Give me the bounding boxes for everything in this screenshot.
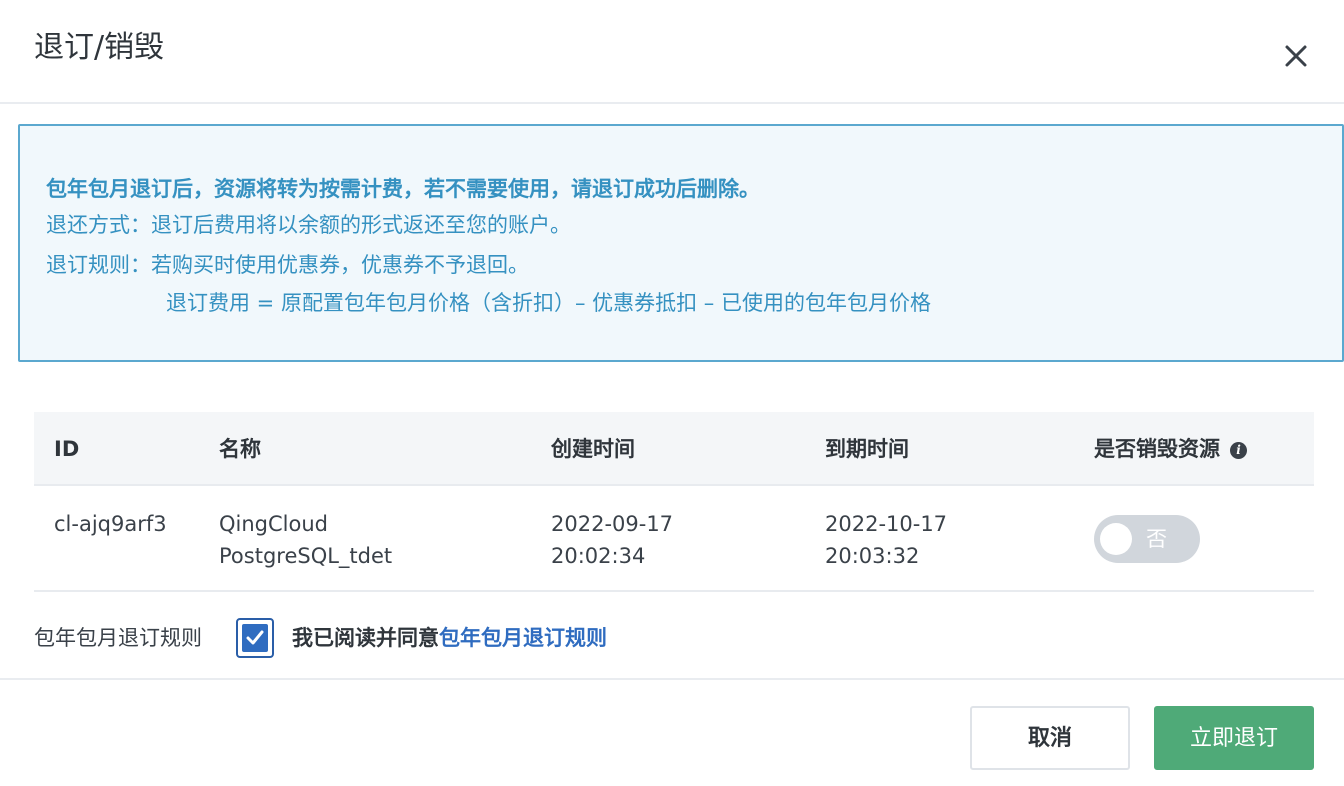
agreement-checkbox[interactable] [236, 618, 274, 658]
cell-id: cl-ajq9arf3 [54, 512, 167, 536]
notice-line-warning: 包年包月退订后，资源将转为按需计费，若不需要使用，请退订成功后删除。 [46, 177, 760, 201]
cell-name: QingCloud PostgreSQL_tdet [219, 512, 393, 568]
checkmark-icon [246, 630, 264, 645]
checkbox-fill [242, 624, 268, 652]
agreement-row: 包年包月退订规则 我已阅读并同意包年包月退订规则 [34, 616, 934, 660]
unsubscribe-now-button[interactable]: 立即退订 [1154, 706, 1314, 770]
cancel-button[interactable]: 取消 [970, 706, 1130, 770]
cell-expires: 2022-10-17 20:03:32 [825, 512, 948, 568]
destroy-resource-toggle[interactable]: 否 [1094, 515, 1200, 563]
cell-created: 2022-09-17 20:02:34 [551, 512, 674, 568]
column-header-name: 名称 [219, 437, 261, 461]
column-header-id: ID [54, 437, 80, 461]
info-icon[interactable]: i [1230, 442, 1247, 459]
dialog-footer: 取消 立即退订 [0, 678, 1344, 786]
agreement-label: 包年包月退订规则 [34, 626, 202, 650]
notice-box: 包年包月退订后，资源将转为按需计费，若不需要使用，请退订成功后删除。 退还方式：… [18, 124, 1344, 362]
close-icon[interactable] [1278, 38, 1314, 74]
table-header: ID 名称 创建时间 到期时间 是否销毁资源 i [34, 412, 1314, 486]
notice-line-refund-formula: 退订费用 = 原配置包年包月价格（含折扣）– 优惠券抵扣 – 已使用的包年包月价… [166, 291, 931, 315]
table-row: cl-ajq9arf3 QingCloud PostgreSQL_tdet 20… [34, 486, 1314, 592]
column-header-destroy: 是否销毁资源 i [1094, 412, 1247, 486]
notice-line-refund-rule: 退订规则：若购买时使用优惠券，优惠券不予退回。 [46, 253, 529, 277]
agreement-rules-link[interactable]: 包年包月退订规则 [439, 626, 607, 650]
column-header-expires: 到期时间 [825, 437, 909, 461]
dialog-title: 退订/销毁 [34, 30, 165, 65]
agreement-text: 我已阅读并同意包年包月退订规则 [292, 622, 607, 654]
toggle-knob [1100, 523, 1132, 555]
notice-line-refund-method: 退还方式：退订后费用将以余额的形式返还至您的账户。 [46, 213, 571, 237]
column-header-created: 创建时间 [551, 437, 635, 461]
agreement-statement: 我已阅读并同意 [292, 626, 439, 650]
toggle-label: 否 [1146, 527, 1167, 551]
column-header-destroy-label: 是否销毁资源 [1094, 437, 1220, 461]
dialog-header: 退订/销毁 [0, 0, 1344, 104]
